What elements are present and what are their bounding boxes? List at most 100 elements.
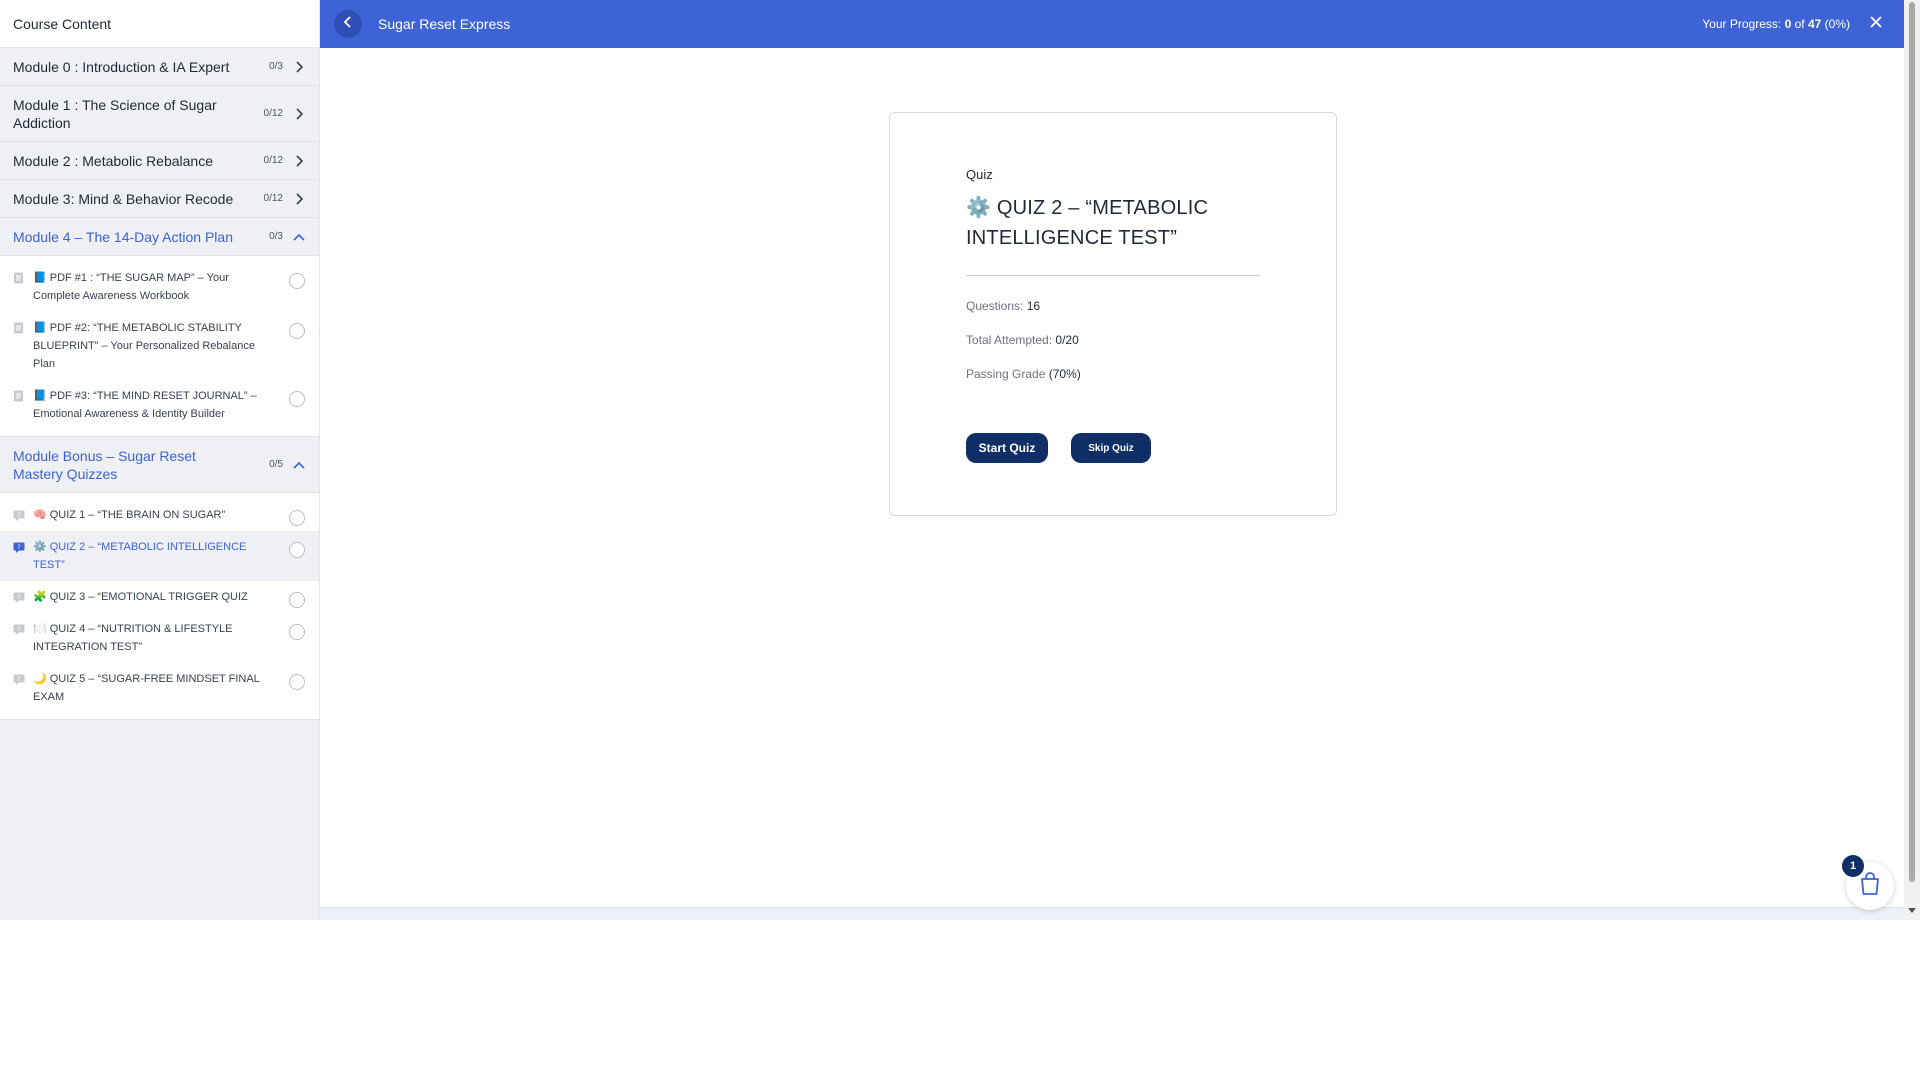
stat-label: Questions: xyxy=(966,299,1024,313)
skip-quiz-button[interactable]: Skip Quiz xyxy=(1071,433,1151,463)
quiz-icon: ? xyxy=(13,541,25,553)
module-4-lessons: 📘 PDF #1 : “THE SUGAR MAP” – Your Comple… xyxy=(0,256,319,437)
progress-of: of xyxy=(1794,17,1805,31)
lesson-title: 🧩 QUIZ 3 – “EMOTIONAL TRIGGER QUIZ xyxy=(33,591,248,603)
module-count: 0/12 xyxy=(263,155,283,166)
course-sidebar: Course Content Module 0 : Introduction &… xyxy=(0,0,320,920)
svg-text:?: ? xyxy=(17,626,20,633)
lesson-title: 📘 PDF #3: “THE MIND RESET JOURNAL” – Emo… xyxy=(33,390,257,420)
app-window: Course Content Module 0 : Introduction &… xyxy=(0,0,1920,920)
module-title: Module 4 – The 14-Day Action Plan xyxy=(13,228,233,245)
close-button[interactable] xyxy=(1866,14,1886,34)
quiz-icon: ? xyxy=(13,623,25,635)
chevron-right-icon xyxy=(293,154,305,167)
completion-checkbox[interactable] xyxy=(289,542,305,558)
module-title: Module 3: Mind & Behavior Recode xyxy=(13,190,234,207)
module-title: Module 2 : Metabolic Rebalance xyxy=(13,152,214,169)
progress-total: 47 xyxy=(1807,17,1822,31)
stat-value: 0/20 xyxy=(1055,333,1079,347)
document-icon xyxy=(13,322,25,334)
module-title: Module 0 : Introduction & IA Expert xyxy=(13,58,230,75)
lesson-quiz-1[interactable]: ? 🧠 QUIZ 1 – “THE BRAIN ON SUGAR” xyxy=(0,499,319,531)
chevron-up-icon xyxy=(293,459,305,471)
svg-text:?: ? xyxy=(17,544,20,551)
divider xyxy=(966,275,1260,276)
lesson-pdf-3[interactable]: 📘 PDF #3: “THE MIND RESET JOURNAL” – Emo… xyxy=(0,380,319,430)
quiz-title: ⚙️ QUIZ 2 – “METABOLIC INTELLIGENCE TEST… xyxy=(966,197,1209,249)
course-topbar: Sugar Reset Express Your Progress: 0 of … xyxy=(320,0,1904,48)
quiz-icon: ? xyxy=(13,673,25,685)
module-count: 0/12 xyxy=(263,108,283,119)
lesson-title: 📘 PDF #2: “THE METABOLIC STABILITY BLUEP… xyxy=(33,322,255,370)
completion-checkbox[interactable] xyxy=(289,273,305,289)
lesson-pdf-1[interactable]: 📘 PDF #1 : “THE SUGAR MAP” – Your Comple… xyxy=(0,262,319,312)
lesson-title: 🍽️ QUIZ 4 – “NUTRITION & LIFESTYLE INTEG… xyxy=(33,623,233,653)
module-bonus-lessons: ? 🧠 QUIZ 1 – “THE BRAIN ON SUGAR” ? ⚙️ Q… xyxy=(0,493,319,720)
stat-value: (70%) xyxy=(1048,367,1081,381)
document-icon xyxy=(13,390,25,402)
quiz-icon: ? xyxy=(13,591,25,603)
completion-checkbox[interactable] xyxy=(289,674,305,690)
module-bonus[interactable]: Module Bonus – Sugar Reset Mastery Quizz… xyxy=(0,437,319,493)
stat-label: Passing Grade xyxy=(966,367,1046,381)
document-icon xyxy=(13,272,25,284)
sidebar-title: Course Content xyxy=(0,0,319,48)
progress-indicator: Your Progress: 0 of 47 (0%) xyxy=(1702,17,1850,31)
stat-value: 16 xyxy=(1026,299,1041,313)
module-title: Module Bonus – Sugar Reset Mastery Quizz… xyxy=(13,447,196,482)
module-count: 0/5 xyxy=(269,459,283,470)
lesson-content: Quiz ⚙️ QUIZ 2 – “METABOLIC INTELLIGENCE… xyxy=(320,48,1904,908)
lesson-title: ⚙️ QUIZ 2 – “METABOLIC INTELLIGENCE TEST… xyxy=(33,541,247,571)
module-4[interactable]: Module 4 – The 14-Day Action Plan 0/3 xyxy=(0,218,319,256)
module-count: 0/3 xyxy=(269,231,283,242)
svg-text:?: ? xyxy=(17,512,20,519)
scroll-down-arrow-icon[interactable] xyxy=(1908,908,1916,913)
progress-percent: (0%) xyxy=(1824,17,1850,31)
completion-checkbox[interactable] xyxy=(289,323,305,339)
lesson-title: 🧠 QUIZ 1 – “THE BRAIN ON SUGAR” xyxy=(33,509,226,521)
completion-checkbox[interactable] xyxy=(289,391,305,407)
page-scrollbar[interactable] xyxy=(1904,0,1920,920)
scrollbar-thumb[interactable] xyxy=(1909,2,1915,882)
lesson-quiz-5[interactable]: ? 🌙 QUIZ 5 – “SUGAR-FREE MINDSET FINAL E… xyxy=(0,663,319,713)
course-title: Sugar Reset Express xyxy=(378,16,511,32)
svg-text:?: ? xyxy=(17,594,20,601)
quiz-type-label: Quiz xyxy=(966,167,993,182)
stat-label: Total Attempted: xyxy=(966,333,1053,347)
progress-label: Your Progress: xyxy=(1702,17,1782,31)
chevron-left-icon xyxy=(343,15,352,33)
quiz-card: Quiz ⚙️ QUIZ 2 – “METABOLIC INTELLIGENCE… xyxy=(889,112,1337,516)
module-count: 0/12 xyxy=(263,193,283,204)
module-3[interactable]: Module 3: Mind & Behavior Recode 0/12 xyxy=(0,180,319,218)
cart-count-badge: 1 xyxy=(1842,855,1864,877)
lesson-title: 🌙 QUIZ 5 – “SUGAR-FREE MINDSET FINAL EXA… xyxy=(33,673,260,703)
lesson-title: 📘 PDF #1 : “THE SUGAR MAP” – Your Comple… xyxy=(33,272,229,302)
module-title: Module 1 : The Science of Sugar Addictio… xyxy=(13,96,217,131)
completion-checkbox[interactable] xyxy=(289,592,305,608)
start-quiz-button[interactable]: Start Quiz xyxy=(966,433,1048,463)
quiz-icon: ? xyxy=(13,509,25,521)
module-count: 0/3 xyxy=(269,61,283,72)
chevron-up-icon xyxy=(293,231,305,243)
lesson-pdf-2[interactable]: 📘 PDF #2: “THE METABOLIC STABILITY BLUEP… xyxy=(0,312,319,380)
completion-checkbox[interactable] xyxy=(289,510,305,526)
module-2[interactable]: Module 2 : Metabolic Rebalance 0/12 xyxy=(0,142,319,180)
content-footer xyxy=(320,907,1904,920)
module-1[interactable]: Module 1 : The Science of Sugar Addictio… xyxy=(0,86,319,142)
lesson-quiz-4[interactable]: ? 🍽️ QUIZ 4 – “NUTRITION & LIFESTYLE INT… xyxy=(0,613,319,663)
quiz-attempted-stat: Total Attempted: 0/20 xyxy=(966,333,1079,347)
module-0[interactable]: Module 0 : Introduction & IA Expert 0/3 xyxy=(0,48,319,86)
close-icon xyxy=(1870,15,1882,33)
svg-text:?: ? xyxy=(17,676,20,683)
lesson-quiz-3[interactable]: ? 🧩 QUIZ 3 – “EMOTIONAL TRIGGER QUIZ xyxy=(0,581,319,613)
chevron-right-icon xyxy=(293,60,305,73)
back-button[interactable] xyxy=(334,10,362,38)
quiz-questions-stat: Questions: 16 xyxy=(966,299,1040,313)
chevron-right-icon xyxy=(293,192,305,205)
chevron-right-icon xyxy=(293,107,305,120)
progress-done: 0 xyxy=(1784,17,1792,31)
shopping-bag-icon xyxy=(1859,871,1881,901)
quiz-passing-stat: Passing Grade (70%) xyxy=(966,367,1081,381)
completion-checkbox[interactable] xyxy=(289,624,305,640)
lesson-quiz-2[interactable]: ? ⚙️ QUIZ 2 – “METABOLIC INTELLIGENCE TE… xyxy=(0,531,319,581)
